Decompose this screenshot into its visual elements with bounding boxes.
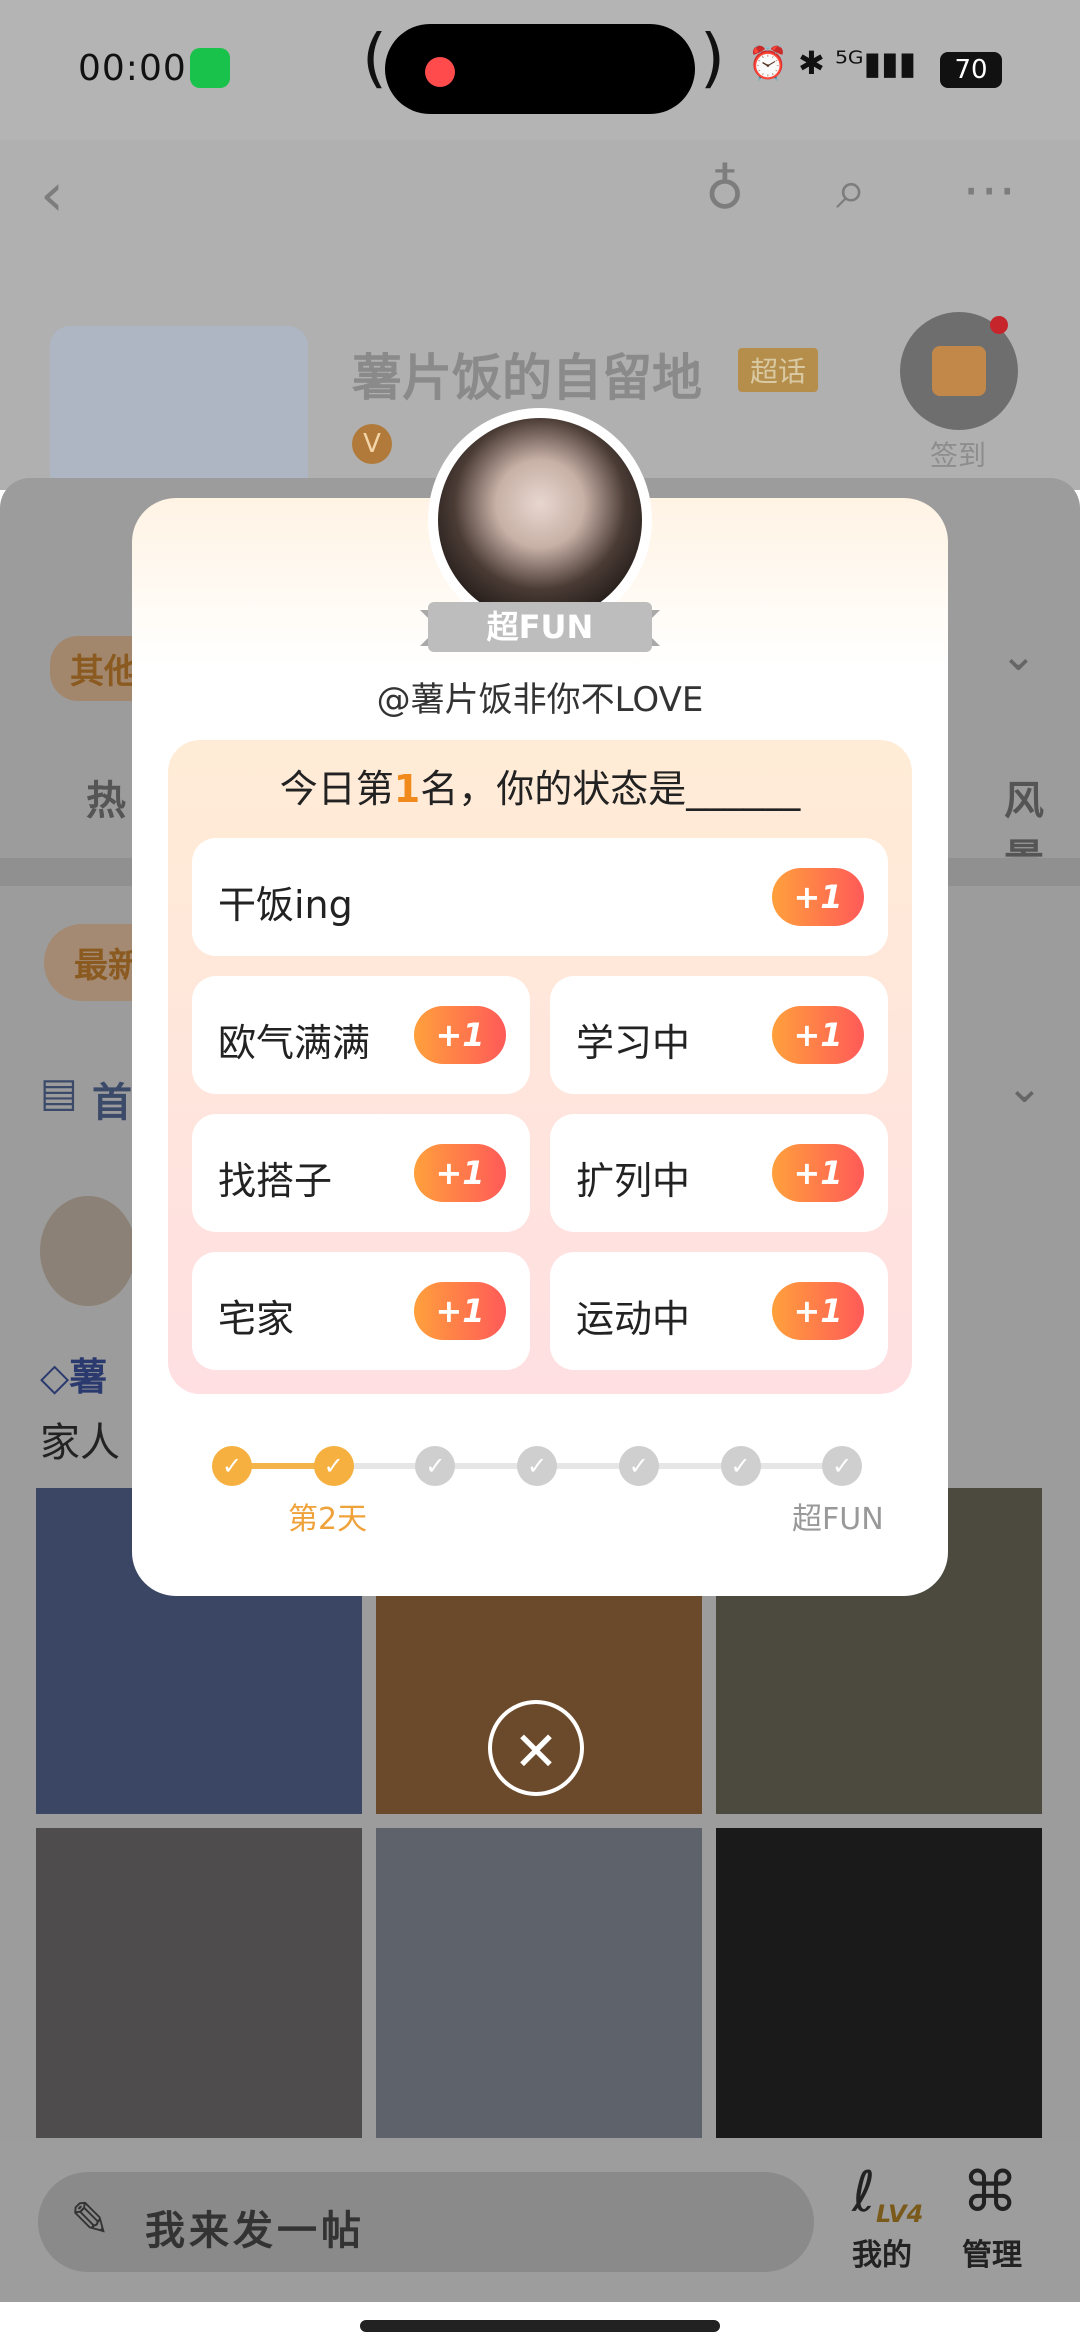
progress-step-check-icon: ✓ <box>517 1446 558 1486</box>
status-option-label: 找搭子 <box>218 1159 333 1203</box>
post-image[interactable] <box>36 1828 362 2138</box>
verified-badge: V <box>352 424 392 464</box>
island-bracket-left-icon: ( <box>362 22 387 96</box>
expand-chevron-icon[interactable]: ⌄ <box>1006 1062 1043 1113</box>
topic-badge: 超话 <box>738 348 819 392</box>
post-image[interactable] <box>376 1828 702 2138</box>
search-icon[interactable]: ⌕ <box>836 158 866 222</box>
plus-one-button[interactable]: +1 <box>772 868 864 926</box>
progress-step-check-icon: ✓ <box>618 1446 659 1486</box>
plus-one-button[interactable]: +1 <box>772 1282 864 1340</box>
more-icon[interactable]: ⋯ <box>962 158 1016 221</box>
progress-end-label: 超FUN <box>792 1502 884 1537</box>
poster-name-text: 薯 <box>69 1355 108 1399</box>
question-prefix: 今日第 <box>279 767 394 811</box>
status-time: 00:00 <box>78 48 187 89</box>
level-badge: LV4 <box>876 2200 924 2228</box>
topic-title: 薯片饭的自留地 <box>352 349 702 407</box>
pencil-icon: ✎ <box>70 2192 111 2248</box>
user-avatar <box>438 418 642 622</box>
status-icons: ⏰ ✱ ⁵ᴳ▮▮▮ <box>748 44 917 82</box>
poster-avatar[interactable] <box>40 1196 136 1306</box>
poster-name[interactable]: ◇薯 <box>40 1346 107 1401</box>
progress-step-check-icon: ✓ <box>720 1446 761 1486</box>
progress-step-check-icon: ✓ <box>822 1446 863 1486</box>
recording-dot-icon <box>425 57 455 87</box>
question-suffix: 名，你的状态是______ <box>420 767 801 811</box>
plus-one-button[interactable]: +1 <box>414 1006 506 1064</box>
status-option-label: 运动中 <box>576 1297 691 1341</box>
status-option[interactable]: 欧气满满 +1 <box>192 976 530 1094</box>
rank-number: 1 <box>393 767 421 811</box>
nav-manage[interactable]: 管理 <box>962 2230 1022 2274</box>
island-bracket-right-icon: ) <box>700 22 725 96</box>
user-handle: @薯片饭非你不LOVE <box>376 680 704 720</box>
home-indicator <box>360 2320 720 2332</box>
status-option[interactable]: 扩列中 +1 <box>550 1114 888 1232</box>
status-option[interactable]: 学习中 +1 <box>550 976 888 1094</box>
status-option-label: 干饭ing <box>218 883 353 927</box>
status-option-label: 欧气满满 <box>218 1021 371 1065</box>
progress-current-label: 第2天 <box>288 1502 368 1537</box>
status-option-label: 学习中 <box>576 1021 691 1065</box>
post-image[interactable] <box>716 1828 1042 2138</box>
plus-one-button[interactable]: +1 <box>414 1282 506 1340</box>
status-option[interactable]: 干饭ing +1 <box>192 838 888 956</box>
level-ribbon: 超FUN <box>428 602 652 652</box>
status-option[interactable]: 运动中 +1 <box>550 1252 888 1370</box>
tab-hot[interactable]: 热 <box>86 768 126 826</box>
progress-step-check-icon: ✓ <box>313 1446 354 1486</box>
status-option-label: 宅家 <box>218 1297 295 1341</box>
nav-mine[interactable]: 我的 <box>852 2230 912 2274</box>
sign-in-label: 签到 <box>930 439 987 472</box>
plus-one-button[interactable]: +1 <box>414 1144 506 1202</box>
compose-placeholder: 我来发一帖 <box>145 2208 365 2254</box>
level-icon: ℓ <box>852 2160 876 2225</box>
status-option[interactable]: 宅家 +1 <box>192 1252 530 1370</box>
close-button[interactable]: ✕ <box>488 1700 584 1796</box>
status-question: 今日第1名，你的状态是______ <box>168 758 912 813</box>
plus-one-button[interactable]: +1 <box>772 1006 864 1064</box>
notification-dot <box>990 316 1008 334</box>
members-icon[interactable]: ♁ <box>705 158 745 221</box>
battery-icon: 70 <box>940 52 1002 88</box>
document-icon: ▤ <box>40 1070 78 1116</box>
back-icon[interactable]: ‹ <box>40 160 64 230</box>
status-option-label: 扩列中 <box>576 1159 691 1203</box>
plus-one-button[interactable]: +1 <box>772 1144 864 1202</box>
status-option[interactable]: 找搭子 +1 <box>192 1114 530 1232</box>
manage-icon: ⌘ <box>962 2160 1018 2225</box>
post-text: 家人 <box>40 1420 120 1466</box>
wechat-icon <box>190 48 230 88</box>
diamond-icon: ◇ <box>40 1355 70 1399</box>
progress-step-check-icon: ✓ <box>212 1446 252 1486</box>
homepage-link[interactable]: 首 <box>92 1070 132 1128</box>
